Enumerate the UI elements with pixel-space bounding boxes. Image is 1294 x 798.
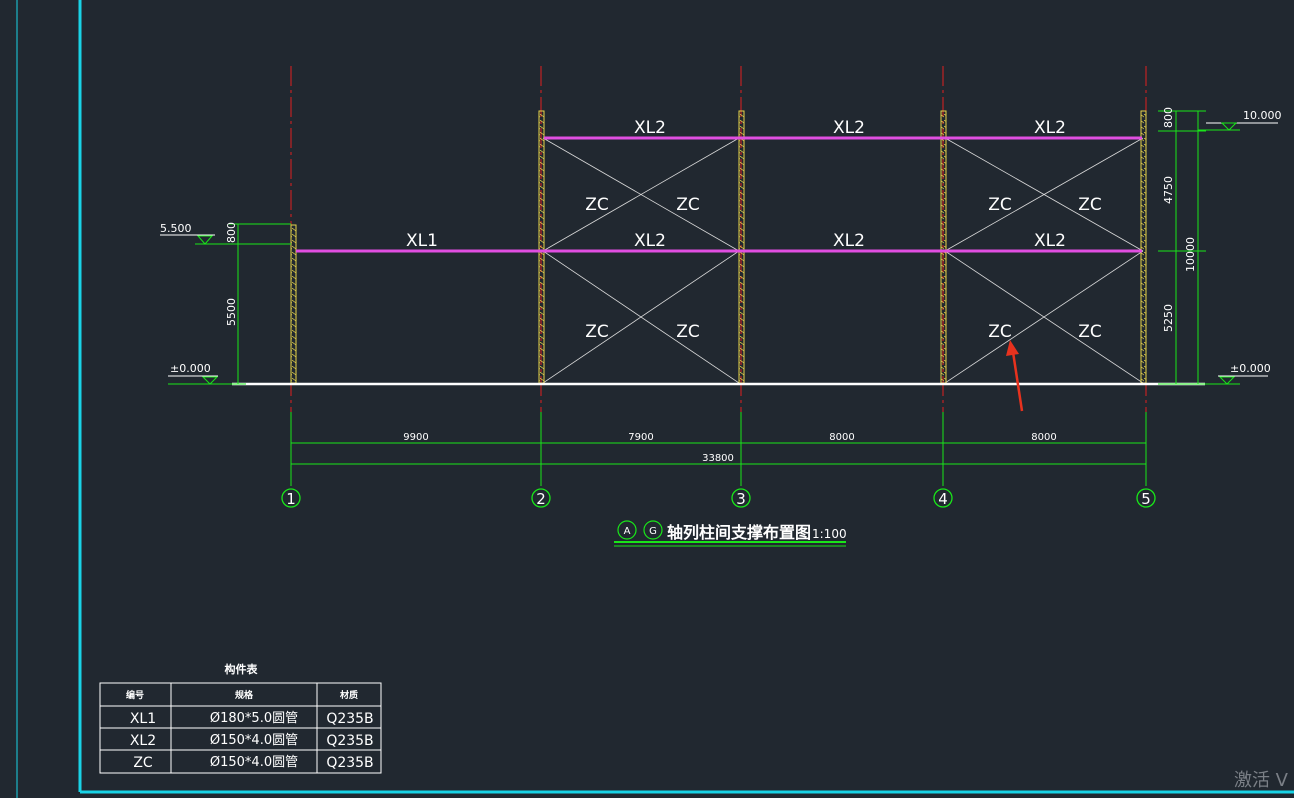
label-zc: ZC <box>988 322 1012 342</box>
dim-800-left: 800 <box>225 222 238 243</box>
table-title: 构件表 <box>225 662 259 676</box>
table-cell: Q235B <box>326 711 373 727</box>
table-cell: Ø150*4.0圆管 <box>210 755 298 770</box>
title-circle-g: G <box>649 526 657 537</box>
left-elevation-group: 5.500 ±0.000 800 5500 <box>160 222 291 385</box>
dimension-texts: 9900 7900 8000 8000 33800 <box>403 432 1056 464</box>
horizontal-dimensions <box>290 412 1147 486</box>
cross-bracing <box>542 137 1144 384</box>
elevation-zero-right: ±0.000 <box>1230 362 1271 375</box>
label-xl1: XL1 <box>406 231 438 251</box>
label-zc: ZC <box>676 322 700 342</box>
drawing-title: A G 轴列柱间支撑布置图 1:100 <box>614 520 847 547</box>
axis-label-1: 1 <box>286 490 296 508</box>
dim-800-right: 800 <box>1162 107 1175 128</box>
label-zc: ZC <box>585 322 609 342</box>
member-table: 构件表 编号 规格 材质 XL1 Ø180*5.0圆管 Q235B XL2 Ø1… <box>99 662 382 774</box>
label-zc: ZC <box>1078 195 1102 215</box>
activation-watermark: 激活 V <box>1233 770 1288 791</box>
elevation-10000: 10.000 <box>1243 109 1282 122</box>
elevation-zero-left: ±0.000 <box>170 362 211 375</box>
label-zc: ZC <box>988 195 1012 215</box>
dim-7900: 7900 <box>628 432 653 443</box>
table-cell: Q235B <box>326 755 373 771</box>
table-cell: Q235B <box>326 733 373 749</box>
table-cell: ZC <box>133 755 153 771</box>
label-xl2: XL2 <box>1034 231 1066 251</box>
dim-10000: 10000 <box>1184 237 1197 272</box>
axis-label-5: 5 <box>1141 490 1151 508</box>
label-xl2: XL2 <box>634 118 666 138</box>
table-header-material: 材质 <box>339 689 358 701</box>
dim-33800: 33800 <box>702 453 734 464</box>
dim-5250: 5250 <box>1162 304 1175 332</box>
label-zc: ZC <box>585 195 609 215</box>
table-cell: XL1 <box>130 711 156 727</box>
label-zc: ZC <box>676 195 700 215</box>
table-cell: XL2 <box>130 733 156 749</box>
right-elevation-group: 800 4750 5250 10000 10.000 ±0.000 <box>1158 107 1282 385</box>
label-zc: ZC <box>1078 322 1102 342</box>
title-scale: 1:100 <box>812 527 847 541</box>
dim-9900: 9900 <box>403 432 428 443</box>
axis-label-3: 3 <box>736 490 746 508</box>
dim-5500: 5500 <box>225 298 238 326</box>
table-header-spec: 规格 <box>235 689 254 701</box>
dim-8000: 8000 <box>829 432 854 443</box>
red-arrow-annotation <box>1006 340 1024 412</box>
dim-8000: 8000 <box>1031 432 1056 443</box>
label-xl2: XL2 <box>1034 118 1066 138</box>
axis-bubbles: 1 2 3 4 5 <box>281 488 1156 508</box>
label-xl2: XL2 <box>833 231 865 251</box>
member-labels: XL1 XL2 XL2 XL2 XL2 XL2 XL2 ZC ZC ZC ZC … <box>406 118 1102 342</box>
label-xl2: XL2 <box>634 231 666 251</box>
table-cell: Ø180*5.0圆管 <box>210 711 298 726</box>
label-xl2: XL2 <box>833 118 865 138</box>
elevation-5500: 5.500 <box>160 222 192 235</box>
title-text: 轴列柱间支撑布置图 <box>667 523 811 542</box>
table-cell: Ø150*4.0圆管 <box>210 733 298 748</box>
axis-label-4: 4 <box>938 490 948 508</box>
table-header-code: 编号 <box>126 689 144 701</box>
axis-label-2: 2 <box>536 490 546 508</box>
dim-4750: 4750 <box>1162 176 1175 204</box>
cad-drawing: XL1 XL2 XL2 XL2 XL2 XL2 XL2 ZC ZC ZC ZC … <box>16 0 1294 798</box>
title-circle-a: A <box>624 526 631 537</box>
